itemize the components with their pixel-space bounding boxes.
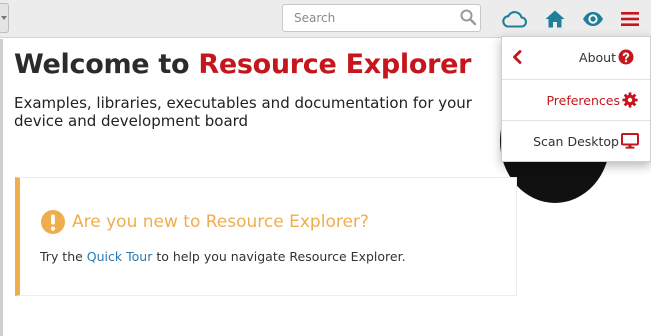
exclamation-circle-icon — [41, 210, 65, 234]
chevron-left-icon[interactable] — [511, 49, 523, 65]
tour-heading: Are you new to Resource Explorer? — [40, 209, 369, 235]
top-toolbar — [0, 0, 651, 38]
search-input[interactable] — [283, 5, 453, 31]
title-brand: Resource Explorer — [198, 49, 472, 80]
menu-label-about: About — [579, 50, 616, 65]
hamburger-menu-icon[interactable] — [618, 6, 642, 32]
page-title: Welcome to Resource Explorer — [14, 49, 471, 80]
menu-item-about[interactable]: About — [502, 37, 650, 78]
tour-heading-text: Are you new to Resource Explorer? — [72, 212, 369, 232]
page-subtitle: Examples, libraries, executables and doc… — [14, 94, 472, 130]
tour-text-after: to help you navigate Resource Explorer. — [152, 249, 406, 264]
gear-icon — [622, 92, 638, 108]
left-dropdown-toggle[interactable] — [0, 3, 9, 33]
menu-label-scan-desktop: Scan Desktop — [533, 134, 619, 149]
question-circle-icon — [618, 49, 634, 65]
desktop-icon — [621, 133, 639, 149]
eye-icon[interactable] — [581, 6, 605, 32]
tour-description: Try the Quick Tour to help you navigate … — [40, 249, 406, 264]
menu-label-preferences: Preferences — [546, 93, 620, 108]
home-icon[interactable] — [543, 6, 567, 32]
search-box[interactable] — [282, 4, 481, 32]
settings-dropdown-menu: About Preferences Scan Desktop — [501, 36, 651, 162]
search-icon[interactable] — [459, 8, 477, 26]
cloud-icon[interactable] — [500, 6, 528, 32]
menu-item-scan-desktop[interactable]: Scan Desktop — [502, 120, 650, 161]
quick-tour-card: Are you new to Resource Explorer? Try th… — [15, 177, 517, 296]
tour-text-before: Try the — [40, 249, 87, 264]
menu-item-preferences[interactable]: Preferences — [502, 79, 650, 120]
quick-tour-link[interactable]: Quick Tour — [87, 249, 153, 264]
title-prefix: Welcome to — [14, 49, 199, 80]
caret-down-icon — [1, 16, 7, 20]
